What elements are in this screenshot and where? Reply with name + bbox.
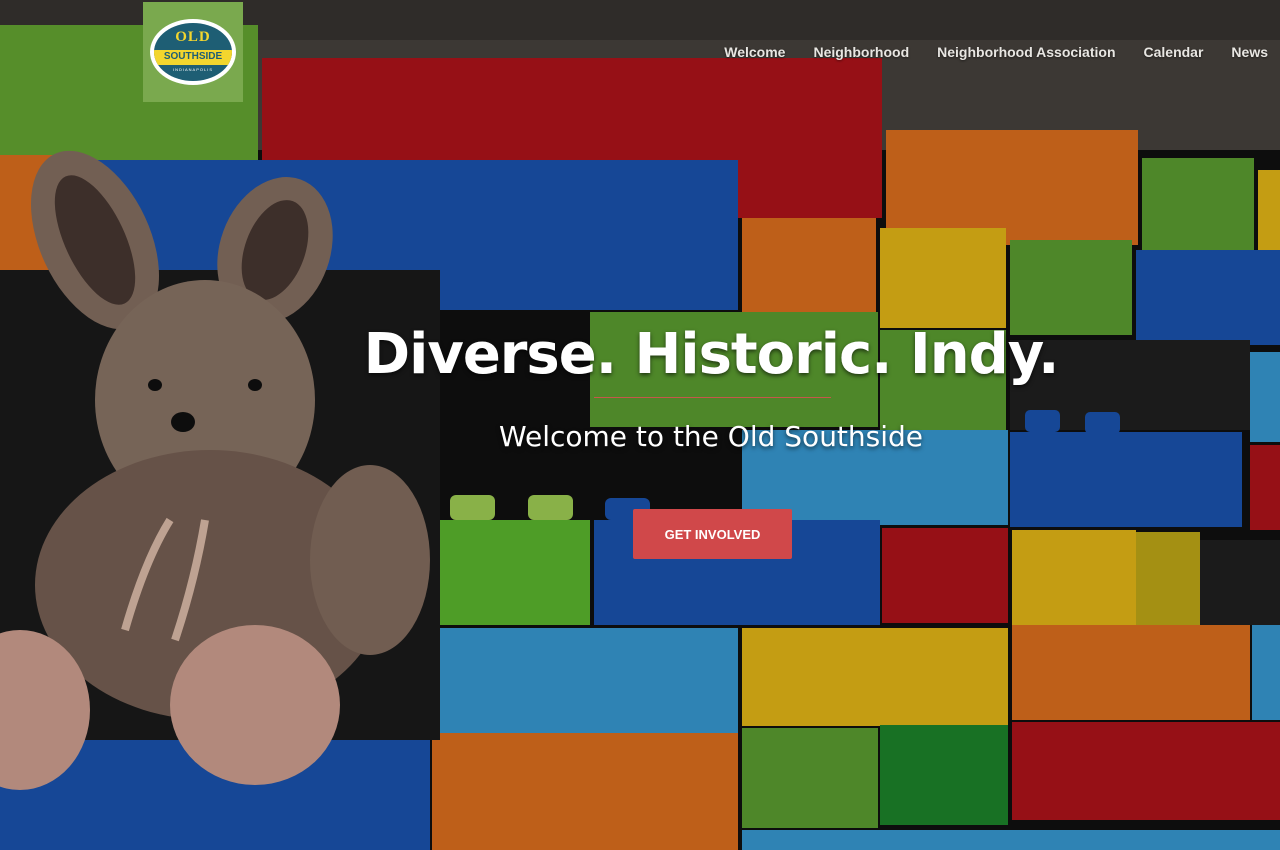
site-logo[interactable]: OLD SOUTHSIDE INDIANAPOLIS — [143, 2, 243, 102]
logo-inner: OLD SOUTHSIDE INDIANAPOLIS — [154, 23, 232, 81]
logo-text-southside: SOUTHSIDE — [163, 51, 223, 62]
nav-item-neighborhood[interactable]: Neighborhood — [813, 44, 909, 60]
nav-item-welcome[interactable]: Welcome — [724, 44, 785, 60]
nav-item-neighborhood-association[interactable]: Neighborhood Association — [937, 44, 1115, 60]
hero-headline: Diverse. Historic. Indy. — [363, 322, 1060, 387]
nav-item-news[interactable]: News — [1231, 44, 1268, 60]
hero-divider — [594, 397, 831, 398]
main-nav: Welcome Neighborhood Neighborhood Associ… — [724, 44, 1268, 60]
hero-subheadline: Welcome to the Old Southside — [498, 420, 924, 453]
logo-badge: OLD SOUTHSIDE INDIANAPOLIS — [150, 19, 236, 85]
logo-text-indianapolis: INDIANAPOLIS — [172, 67, 213, 72]
get-involved-button[interactable]: GET INVOLVED — [633, 509, 792, 559]
nav-item-calendar[interactable]: Calendar — [1144, 44, 1204, 60]
logo-text-old: OLD — [175, 29, 211, 45]
